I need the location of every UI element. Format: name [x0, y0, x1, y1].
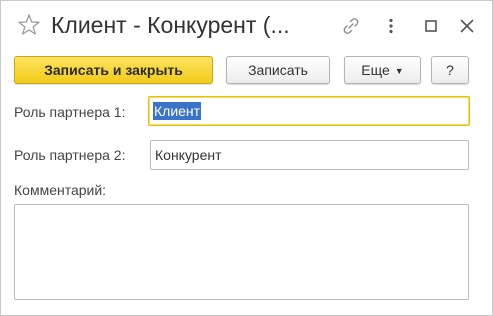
help-label: ?: [446, 62, 454, 78]
partner-role-1-label: Роль партнера 1:: [14, 104, 126, 120]
more-vertical-icon[interactable]: [380, 15, 402, 37]
partner-role-1-field[interactable]: Клиент: [148, 96, 470, 126]
partner-role-1-value: Клиент: [153, 102, 202, 120]
close-icon[interactable]: [456, 15, 478, 37]
star-icon[interactable]: [17, 13, 41, 37]
partner-role-2-value: Конкурент: [155, 147, 222, 163]
command-bar: Записать и закрыть Записать Еще ▼ ?: [1, 56, 492, 88]
save-and-close-label: Записать и закрыть: [44, 62, 183, 78]
more-menu-button[interactable]: Еще ▼: [344, 56, 421, 84]
link-icon[interactable]: [340, 15, 362, 37]
title-bar: Клиент - Конкурент (...: [1, 1, 492, 51]
save-label: Записать: [248, 62, 308, 78]
save-and-close-button[interactable]: Записать и закрыть: [14, 56, 213, 84]
help-button[interactable]: ?: [431, 56, 469, 84]
comment-label: Комментарий:: [14, 182, 107, 198]
window-title: Клиент - Конкурент (...: [51, 12, 290, 38]
maximize-icon[interactable]: [420, 15, 442, 37]
partner-role-2-field[interactable]: Конкурент: [150, 140, 469, 170]
partner-role-2-label: Роль партнера 2:: [14, 147, 126, 163]
comment-textarea[interactable]: [14, 204, 469, 300]
dialog-window: Клиент - Конкурент (... Записать и закры…: [0, 0, 493, 316]
chevron-down-icon: ▼: [394, 66, 404, 76]
more-label: Еще: [361, 62, 390, 78]
save-button[interactable]: Записать: [226, 56, 330, 84]
